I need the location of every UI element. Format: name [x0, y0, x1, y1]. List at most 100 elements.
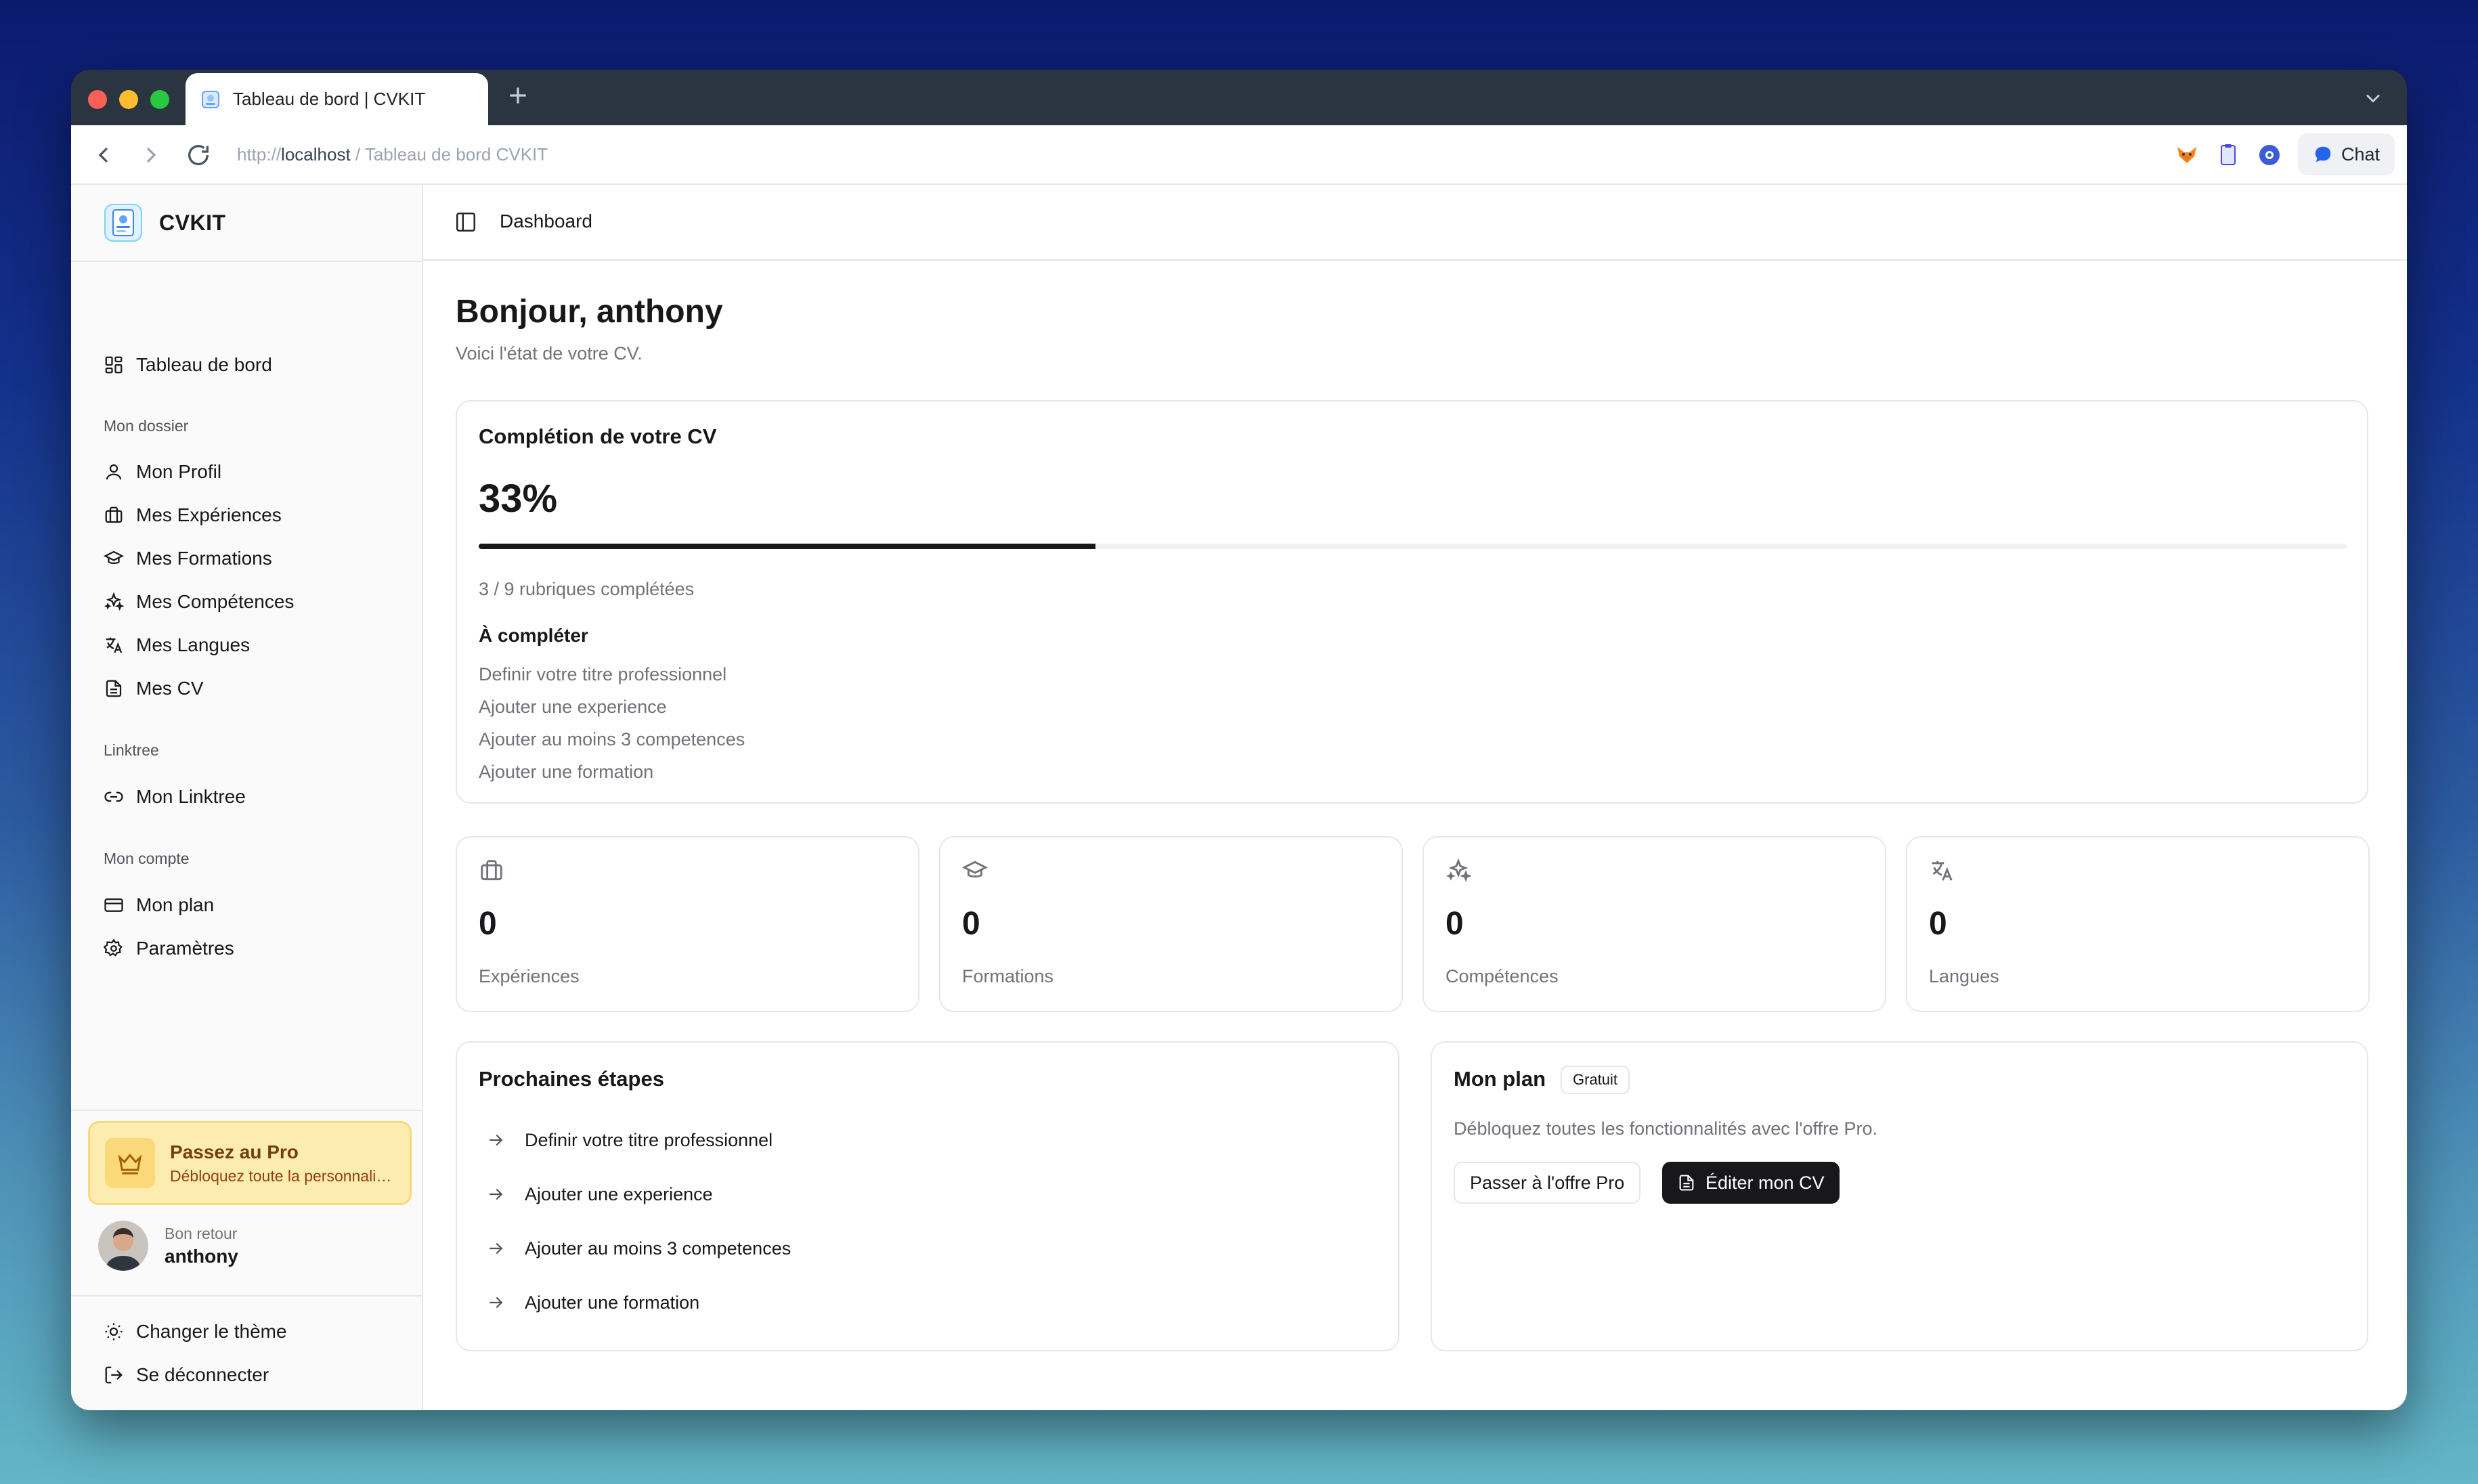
- next-steps-title: Prochaines étapes: [479, 1067, 664, 1091]
- sidebar-item-label: Tableau de bord: [136, 354, 272, 375]
- sun-icon: [104, 1322, 124, 1342]
- next-step-link[interactable]: Ajouter une experience: [485, 1181, 713, 1208]
- next-step-link[interactable]: Ajouter au moins 3 competences: [485, 1235, 791, 1262]
- edit-cv-button[interactable]: Éditer mon CV: [1662, 1162, 1840, 1204]
- sparkles-icon: [1446, 858, 1471, 883]
- brand-name: CVKIT: [159, 210, 226, 235]
- stat-value: 0: [1446, 906, 1464, 942]
- sidebar-toggle-icon[interactable]: [454, 211, 477, 234]
- graduation-cap-icon: [104, 548, 124, 569]
- minimize-window-button[interactable]: [119, 90, 138, 109]
- todo-title: À compléter: [479, 625, 588, 646]
- arrow-right-icon: [485, 1130, 506, 1150]
- arrow-right-icon: [485, 1238, 506, 1259]
- crown-icon: [105, 1138, 155, 1188]
- circle-extension-icon[interactable]: [2256, 141, 2283, 169]
- close-window-button[interactable]: [88, 90, 107, 109]
- tab-title: Tableau de bord | CVKIT: [233, 89, 426, 109]
- back-icon[interactable]: [90, 141, 117, 169]
- sidebar-item-label: Mes Formations: [136, 548, 272, 569]
- stat-value: 0: [1929, 906, 1947, 942]
- languages-icon: [1929, 858, 1955, 883]
- url-path: / Tableau de bord CVKIT: [350, 144, 548, 165]
- chat-button[interactable]: Chat: [2297, 133, 2395, 175]
- stat-label: Compétences: [1446, 966, 1559, 986]
- next-step-link[interactable]: Definir votre titre professionnel: [485, 1127, 773, 1154]
- sidebar-item-linktree[interactable]: Mon Linktree: [98, 779, 396, 814]
- log-out-icon: [104, 1365, 124, 1385]
- next-step-label: Ajouter au moins 3 competences: [525, 1238, 791, 1259]
- completion-count: 3 / 9 rubriques complétées: [479, 579, 695, 599]
- user-greeting: Bon retour: [165, 1224, 238, 1242]
- progress-fill: [479, 544, 1095, 549]
- sidebar-item-langues[interactable]: Mes Langues: [98, 628, 396, 663]
- brand[interactable]: CVKIT: [104, 202, 226, 243]
- todo-item: Ajouter une formation: [479, 762, 654, 782]
- top-bar: Dashboard: [423, 185, 2407, 261]
- user-profile[interactable]: Bon retour anthony: [98, 1221, 238, 1271]
- sidebar-item-dashboard[interactable]: Tableau de bord: [98, 347, 396, 383]
- plan-title: Mon plan: [1454, 1067, 1546, 1091]
- sidebar-item-label: Se déconnecter: [136, 1364, 269, 1385]
- user-icon: [104, 462, 124, 482]
- main-content: Dashboard Bonjour, anthony Voici l'état …: [423, 185, 2407, 1410]
- todo-item: Ajouter une experience: [479, 697, 667, 717]
- url-host: localhost: [281, 144, 351, 165]
- change-theme-button[interactable]: Changer le thème: [98, 1314, 396, 1349]
- sidebar-item-competences[interactable]: Mes Compétences: [98, 584, 396, 619]
- stat-card-langues[interactable]: 0 Langues: [1906, 836, 2370, 1012]
- sidebar-item-label: Mon Profil: [136, 461, 222, 482]
- sidebar-item-label: Mes CV: [136, 678, 204, 699]
- forward-icon[interactable]: [137, 141, 165, 169]
- plan-description: Débloquez toutes les fonctionnalités ave…: [1454, 1118, 1878, 1139]
- next-step-label: Ajouter une experience: [525, 1183, 713, 1204]
- sidebar-item-cv[interactable]: Mes CV: [98, 671, 396, 706]
- stat-label: Formations: [962, 966, 1054, 986]
- tab-strip: Tableau de bord | CVKIT: [71, 70, 2407, 125]
- next-step-label: Definir votre titre professionnel: [525, 1129, 773, 1150]
- sidebar-group-title: Mon dossier: [104, 417, 189, 435]
- link-icon: [104, 787, 124, 807]
- stat-card-experiences[interactable]: 0 Expériences: [456, 836, 919, 1012]
- sidebar-item-parametres[interactable]: Paramètres: [98, 931, 396, 966]
- url-scheme: http://: [237, 144, 282, 165]
- address-bar: http://localhost / Tableau de bord CVKIT…: [71, 125, 2407, 185]
- reload-icon[interactable]: [185, 141, 212, 169]
- todo-item: Definir votre titre professionnel: [479, 664, 727, 684]
- app-shell: CVKIT Tableau de bord Mon dossier Mon Pr…: [71, 185, 2407, 1410]
- sparkles-icon: [104, 592, 124, 612]
- stat-card-formations[interactable]: 0 Formations: [939, 836, 1403, 1012]
- fox-extension-icon[interactable]: [2173, 141, 2200, 169]
- sidebar-group-title: Mon compte: [104, 850, 190, 867]
- stat-label: Expériences: [479, 966, 580, 986]
- clipboard-extension-icon[interactable]: [2215, 141, 2242, 169]
- arrow-right-icon: [485, 1184, 506, 1204]
- sidebar-item-profil[interactable]: Mon Profil: [98, 454, 396, 489]
- avatar: [98, 1221, 148, 1271]
- file-text-icon: [1677, 1173, 1696, 1192]
- new-tab-icon[interactable]: [504, 82, 531, 109]
- upgrade-pro-card[interactable]: Passez au Pro Débloquez toute la personn…: [88, 1121, 412, 1205]
- sidebar-item-experiences[interactable]: Mes Expériences: [98, 498, 396, 533]
- chevron-down-icon[interactable]: [2361, 86, 2385, 110]
- next-step-link[interactable]: Ajouter une formation: [485, 1289, 699, 1316]
- pro-title: Passez au Pro: [170, 1141, 299, 1162]
- stat-value: 0: [479, 906, 497, 942]
- credit-card-icon: [104, 895, 124, 915]
- next-steps-card: Prochaines étapes Definir votre titre pr…: [456, 1041, 1399, 1351]
- stat-label: Langues: [1929, 966, 1999, 986]
- plan-card: Mon plan Gratuit Débloquez toutes les fo…: [1431, 1041, 2368, 1351]
- next-step-label: Ajouter une formation: [525, 1292, 700, 1313]
- browser-tab[interactable]: Tableau de bord | CVKIT: [186, 73, 488, 125]
- sidebar-item-plan[interactable]: Mon plan: [98, 888, 396, 923]
- stat-card-competences[interactable]: 0 Compétences: [1422, 836, 1886, 1012]
- maximize-window-button[interactable]: [150, 90, 169, 109]
- briefcase-icon: [479, 858, 504, 883]
- url-field[interactable]: http://localhost / Tableau de bord CVKIT: [237, 144, 548, 165]
- briefcase-icon: [104, 505, 124, 525]
- chat-bubble-icon: [2313, 144, 2333, 165]
- gear-icon: [104, 938, 124, 959]
- sidebar-item-formations[interactable]: Mes Formations: [98, 541, 396, 576]
- logout-button[interactable]: Se déconnecter: [98, 1357, 396, 1393]
- upgrade-pro-button[interactable]: Passer à l'offre Pro: [1454, 1162, 1641, 1204]
